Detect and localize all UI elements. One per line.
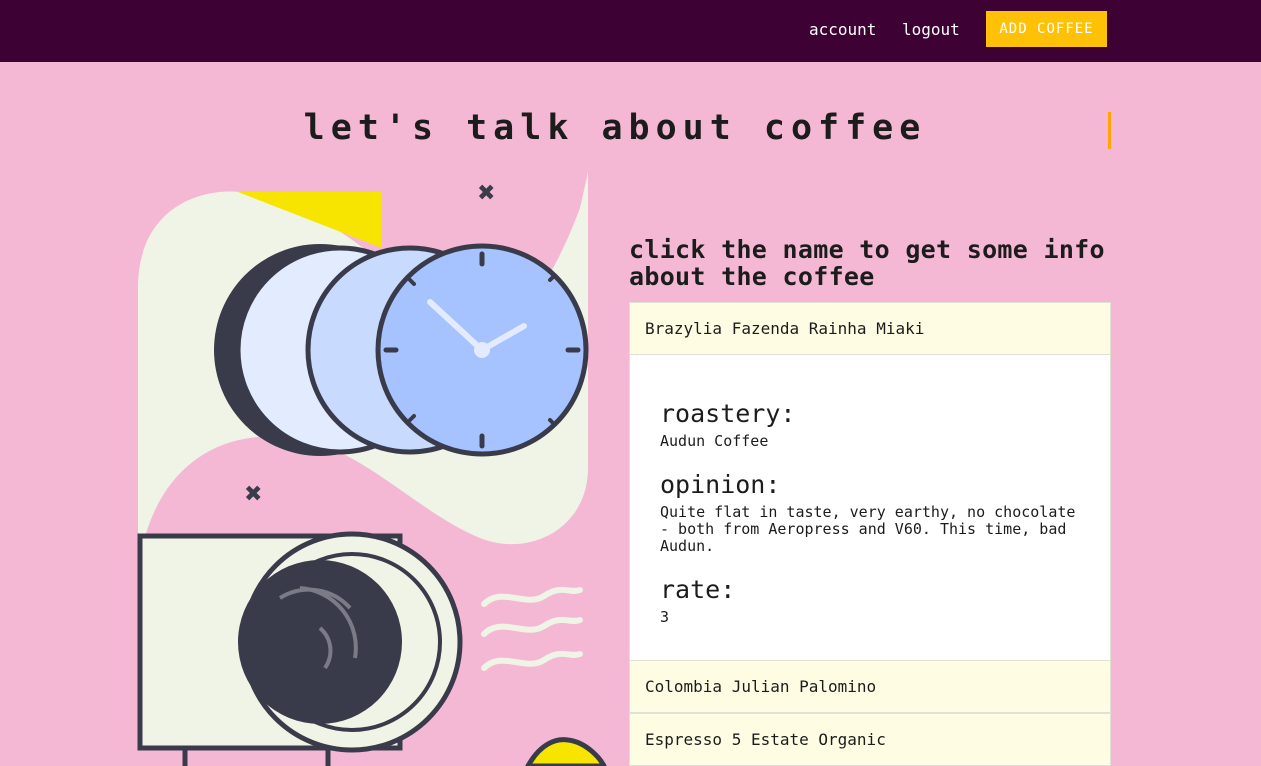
wave-icon	[481, 586, 583, 671]
coffee-item-espresso[interactable]: Espresso 5 Estate Organic	[629, 713, 1111, 766]
typing-cursor	[1108, 112, 1111, 149]
page-title: let's talk about coffee	[303, 108, 927, 148]
clock-icon	[375, 243, 589, 457]
panel-heading: click the name to get some info about th…	[629, 235, 1105, 291]
coffee-item-brazylia[interactable]: Brazylia Fazenda Rainha Miaki	[629, 302, 1111, 355]
opinion-value: Quite flat in taste, very earthy, no cho…	[660, 503, 1076, 555]
coffee-detail: roastery: Audun Coffee opinion: Quite fl…	[629, 355, 1111, 660]
coffee-list: Brazylia Fazenda Rainha Miaki roastery: …	[629, 302, 1111, 766]
roastery-value: Audun Coffee	[660, 432, 769, 450]
close-mark-icon: ✖	[244, 482, 262, 507]
opinion-label: opinion:	[660, 470, 781, 499]
coffee-illustration: ✖ ✖	[130, 168, 620, 766]
add-coffee-button[interactable]: ADD COFFEE	[986, 11, 1107, 47]
coffee-panel: click the name to get some info about th…	[629, 236, 1111, 766]
account-link[interactable]: account	[809, 20, 876, 40]
rate-label: rate:	[660, 575, 736, 604]
coffee-illustration-svg: ✖ ✖	[137, 172, 607, 766]
coffee-item-colombia[interactable]: Colombia Julian Palomino	[629, 660, 1111, 713]
logout-link[interactable]: logout	[902, 20, 960, 40]
top-navbar: account logout ADD COFFEE	[0, 0, 1261, 62]
roastery-label: roastery:	[660, 399, 796, 428]
yellow-bulb	[525, 737, 607, 766]
close-mark-icon: ✖	[477, 181, 495, 206]
coffee-machine-icon	[137, 531, 463, 766]
rate-value: 3	[660, 608, 670, 626]
